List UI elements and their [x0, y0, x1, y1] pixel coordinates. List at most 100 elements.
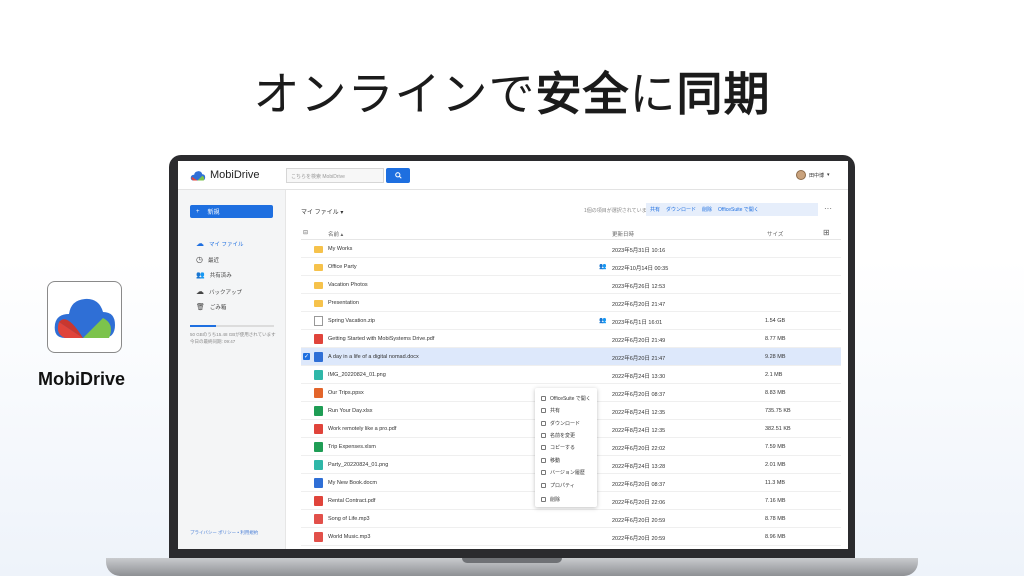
file-modified: 2022年6月20日 20:59 [612, 536, 666, 542]
sidebar-item-label: 最近 [207, 257, 219, 264]
table-row[interactable]: IMG_20220824_01.png 2022年8月24日 13:30 2.1 M… [301, 366, 841, 384]
context-menu-item[interactable]: 共有 [541, 407, 560, 414]
share-action[interactable]: 共有 [650, 206, 660, 213]
table-row[interactable]: Presentation 2022年6月20日 21:47 [301, 294, 841, 312]
selection-actions: 共有 ダウンロード 削除 OfficeSuite で開く [646, 203, 818, 216]
select-all-checkbox[interactable]: ⊟ [303, 229, 308, 236]
context-menu-label: 移動 [550, 458, 561, 464]
delete-action[interactable]: 削除 [702, 206, 712, 213]
file-modified: 2022年6月20日 08:37 [612, 392, 666, 398]
app-screen: MobiDrive こちらを検索 MobiDrive 田中博 ▾ + 新規 ☁ … [178, 161, 848, 549]
cloud-icon: ☁ [196, 239, 204, 248]
menu-item-icon [541, 445, 546, 450]
mobidrive-logo-icon [190, 170, 206, 181]
shared-icon: 👥 [599, 264, 607, 270]
sidebar-item-label: 共有済み [209, 273, 232, 279]
file-name: Song of Life.mp3 [328, 516, 370, 522]
sidebar-item-backup[interactable]: ☁ バックアップ [196, 287, 242, 296]
table-row[interactable]: World Music.mp3 2022年6月20日 20:59 8.96 MB [301, 528, 841, 546]
footer-links[interactable]: プライバシー ポリシー • 利用規約 [190, 530, 258, 536]
table-row[interactable]: Office Party 👥 2022年10月14日 00:35 [301, 258, 841, 276]
search-button[interactable] [386, 168, 410, 183]
table-row[interactable]: My Works 2023年5月31日 10:16 [301, 240, 841, 258]
folder-icon [314, 246, 323, 253]
file-size: 8.77 MB [765, 336, 786, 342]
storage-bar-fill [190, 325, 217, 327]
row-checkbox[interactable]: ✓ [303, 353, 310, 360]
search-icon [394, 172, 402, 179]
file-modified: 2022年6月20日 22:06 [612, 500, 666, 506]
sidebar-item-my-files[interactable]: ☁ マイ ファイル [196, 239, 244, 248]
file-modified: 2023年6月1日 16:01 [612, 320, 663, 326]
file-name: My New Book.docm [328, 480, 377, 486]
img-file-icon [314, 370, 323, 380]
table-row[interactable]: ✓ A day in a life of a digital nomad.docx… [301, 348, 841, 366]
new-button-label: 新規 [207, 210, 220, 216]
file-name: Office Party [328, 264, 357, 270]
file-name: Presentation [328, 300, 359, 306]
context-menu-label: コピーする [550, 445, 576, 451]
sidebar-item-trash[interactable]: 🗑 ごみ箱 [196, 303, 226, 311]
doc-file-icon [314, 352, 323, 362]
user-name: 田中博 [809, 172, 825, 179]
context-menu-item[interactable]: コピーする [541, 444, 575, 451]
sidebar-item-recent[interactable]: ◷ 最近 [196, 255, 219, 264]
people-icon: 👥 [196, 272, 205, 279]
file-size: 7.16 MB [765, 498, 786, 504]
open-officesuite-action[interactable]: OfficeSuite で開く [718, 206, 759, 213]
context-menu-item[interactable]: プロパティ [541, 482, 575, 489]
table-row[interactable]: Vacation Photos 2023年6月26日 12:53 [301, 276, 841, 294]
logo-text: MobiDrive [210, 169, 260, 181]
file-size: 8.96 MB [765, 534, 786, 540]
table-row[interactable]: Getting Started with MobiSystems Drive.p… [301, 330, 841, 348]
file-modified: 2022年6月20日 08:37 [612, 482, 666, 488]
column-modified[interactable]: 更新日時 [612, 230, 634, 238]
sidebar-item-shared[interactable]: 👥 共有済み [196, 271, 232, 279]
file-name: Party_20220824_01.png [328, 462, 389, 468]
context-menu-item[interactable]: OfficeSuite で開く [541, 395, 591, 402]
file-size: 9.28 MB [765, 354, 786, 360]
context-menu-label: ダウンロード [550, 421, 581, 427]
storage-text: 50 GBのうち15.48 GBが使用されています 今日の最終同期: 09:47 [190, 331, 280, 345]
column-name[interactable]: 名前 ▴ [328, 230, 343, 238]
file-modified: 2022年10月14日 00:35 [612, 266, 669, 272]
file-name: Run Your Day.xlsx [328, 408, 373, 414]
file-modified: 2022年6月20日 21:49 [612, 338, 666, 344]
folder-icon [314, 264, 323, 271]
context-menu-item[interactable]: 名前を変更 [541, 432, 575, 439]
folder-icon [314, 282, 323, 289]
laptop-notch [462, 558, 562, 563]
brand-name: MobiDrive [38, 369, 126, 389]
table-row[interactable]: Spring Vacation.zip 👥 2023年6月1日 16:01 1.54 … [301, 312, 841, 330]
app-logo[interactable]: MobiDrive [190, 169, 260, 181]
file-modified: 2022年6月20日 22:02 [612, 446, 666, 452]
file-name: Vacation Photos [328, 282, 368, 288]
file-name: Work remotely like a pro.pdf [328, 426, 397, 432]
more-icon[interactable]: ··· [824, 204, 832, 213]
sidebar-item-label: バックアップ [209, 289, 243, 296]
context-menu: OfficeSuite で開く共有ダウンロード名前を変更コピーする移動バージョン… [535, 388, 597, 507]
file-modified: 2023年5月31日 10:16 [612, 248, 666, 254]
file-name: My Works [328, 246, 353, 252]
file-size: 1.54 GB [765, 318, 786, 324]
column-size[interactable]: サイズ [767, 230, 783, 238]
headline-part2: 安全 [535, 67, 630, 121]
sidebar: + 新規 ☁ マイ ファイル ◷ 最近 👥 共有済み ☁ バックアップ 🗑 ごみ… [178, 190, 286, 549]
xls-file-icon [314, 406, 323, 416]
context-menu-item[interactable]: ダウンロード [541, 420, 580, 427]
context-menu-item[interactable]: 移動 [541, 457, 560, 464]
grid-view-icon[interactable]: ⊞ [823, 228, 830, 237]
doc-file-icon [314, 478, 323, 488]
context-menu-item[interactable]: 削除 [541, 496, 560, 503]
breadcrumb[interactable]: マイ ファイル ▾ [301, 207, 343, 216]
search-input[interactable]: こちらを検索 MobiDrive [286, 168, 384, 183]
new-button[interactable]: + 新規 [190, 205, 273, 218]
file-name: Rental Contract.pdf [328, 498, 376, 504]
headline-part4: 同期 [676, 67, 771, 121]
download-action[interactable]: ダウンロード [666, 206, 696, 213]
table-row[interactable]: Song of Life.mp3 2022年6月20日 20:59 8.78 MB [301, 510, 841, 528]
file-name: Spring Vacation.zip [328, 318, 375, 324]
context-menu-label: 共有 [550, 408, 561, 414]
context-menu-item[interactable]: バージョン履歴 [541, 469, 585, 476]
user-menu[interactable]: 田中博 ▾ [796, 170, 830, 180]
